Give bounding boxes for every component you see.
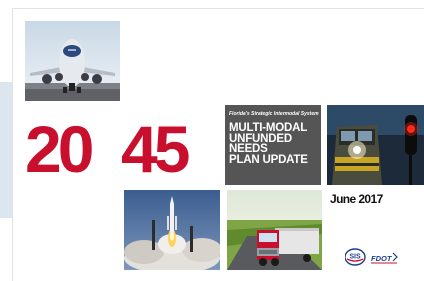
truck-photo xyxy=(227,190,322,270)
fdot-logo: FDOT xyxy=(371,252,398,264)
left-accent-band xyxy=(0,82,12,218)
rocket-launch-photo xyxy=(124,190,220,270)
publication-date: June 2017 xyxy=(330,192,383,206)
title-box: Florida's Strategic Intermodal System MU… xyxy=(225,105,321,185)
train-photo xyxy=(327,105,424,185)
airplane-photo xyxy=(25,21,120,101)
year-digits-45: 45 xyxy=(121,112,190,186)
year-digits-20: 20 xyxy=(25,112,94,186)
title-subtitle: Florida's Strategic Intermodal System xyxy=(229,111,319,117)
fdot-logo-text: FDOT xyxy=(371,254,393,263)
sis-logo: SIS xyxy=(344,248,366,266)
title-line: NEEDS xyxy=(229,143,268,155)
title-line: MULTI-MODAL xyxy=(229,122,308,134)
agency-logos: SIS FDOT xyxy=(344,247,405,267)
sis-logo-text: SIS xyxy=(349,254,361,261)
title-main: MULTI-MODAL UNFUNDED NEEDS PLAN UPDATE xyxy=(229,123,317,165)
title-line: PLAN UPDATE xyxy=(229,153,308,166)
